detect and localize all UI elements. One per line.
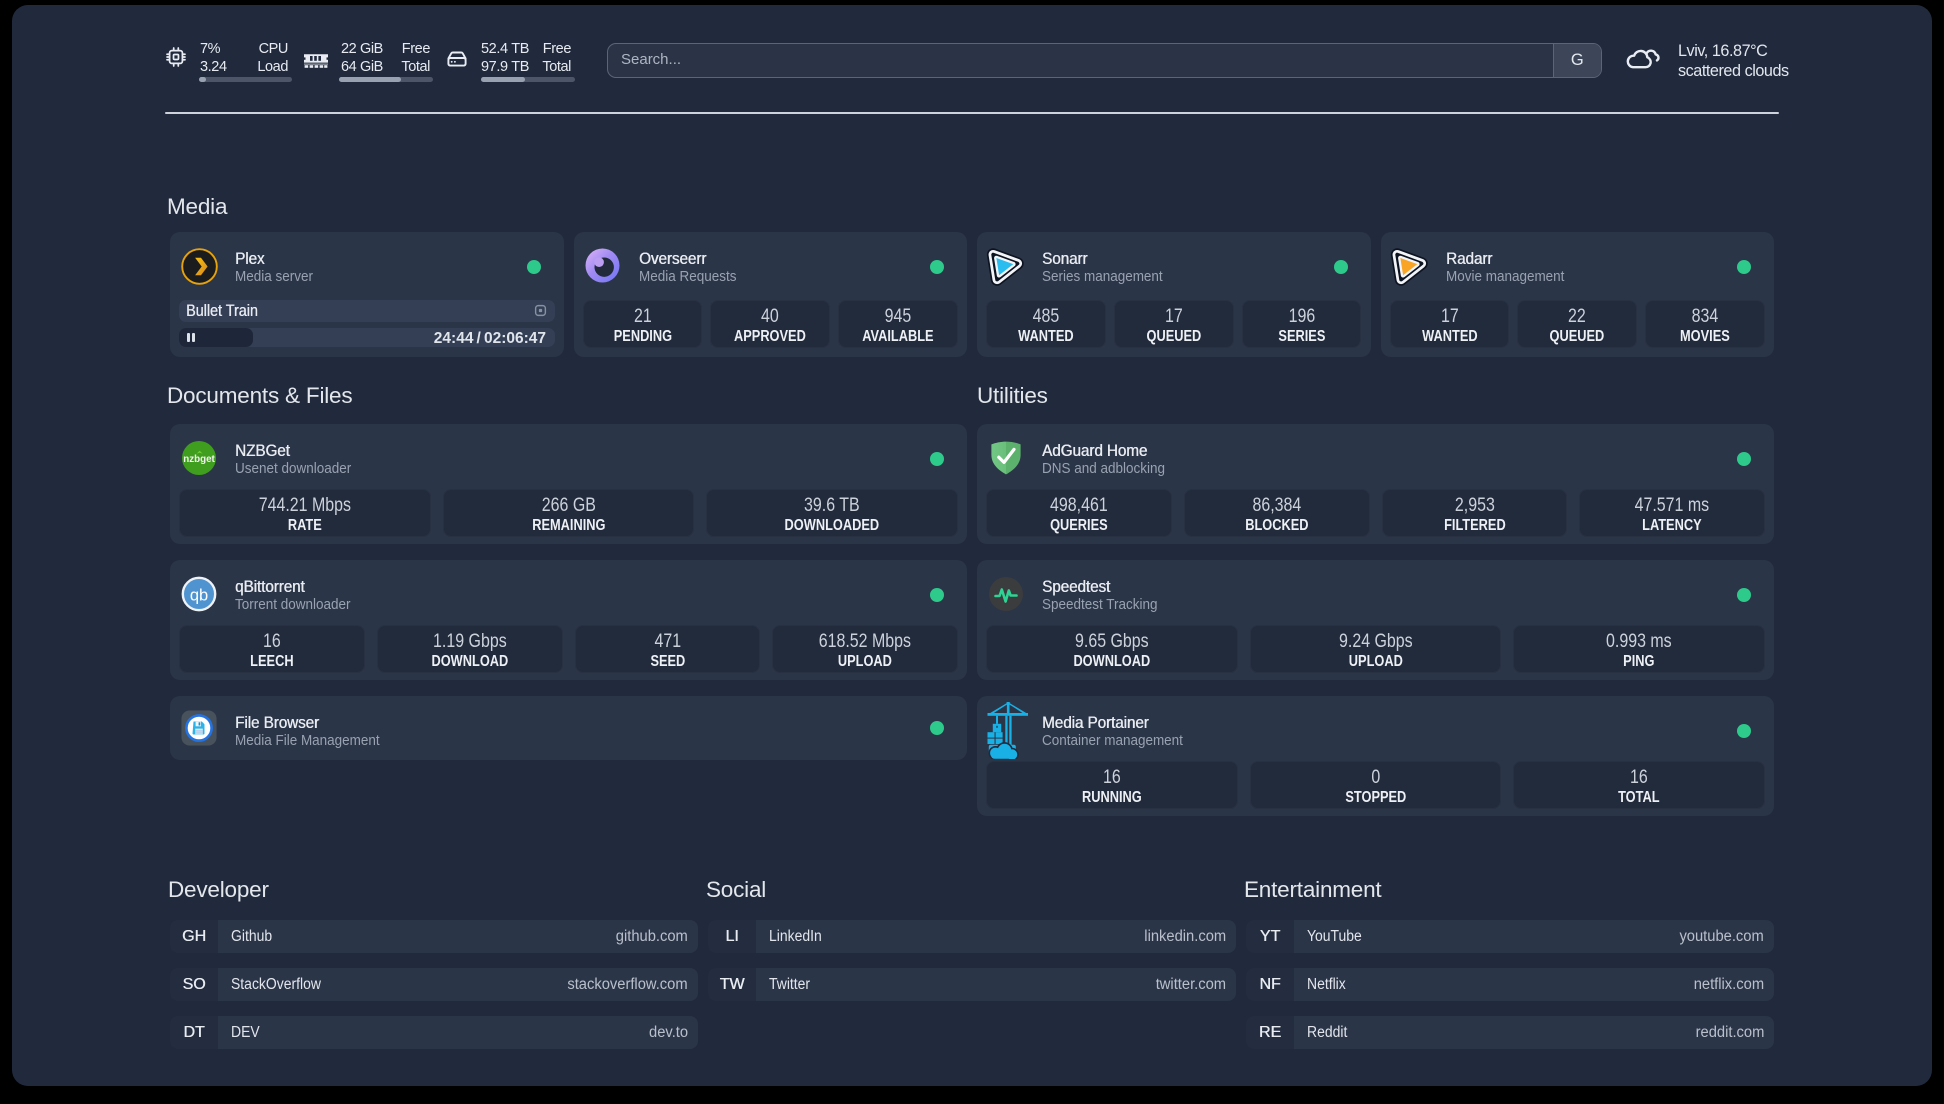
- svg-text:qb: qb: [190, 586, 208, 604]
- svg-text:nzbget: nzbget: [183, 454, 215, 465]
